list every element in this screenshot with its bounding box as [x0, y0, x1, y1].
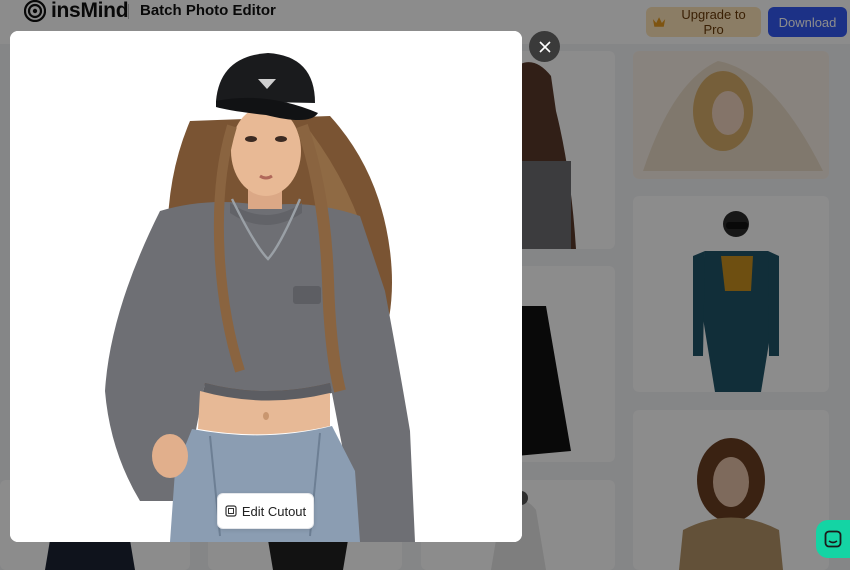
- preview-image: [10, 31, 522, 542]
- cutout-icon: [225, 505, 237, 517]
- close-modal-button[interactable]: [529, 31, 560, 62]
- close-icon: [538, 40, 551, 53]
- edit-cutout-label: Edit Cutout: [241, 503, 307, 519]
- edit-cutout-button[interactable]: Edit Cutout: [217, 493, 314, 529]
- chat-icon: [824, 530, 842, 548]
- image-preview-modal: Edit Cutout: [10, 31, 522, 542]
- chat-support-button[interactable]: [816, 520, 850, 558]
